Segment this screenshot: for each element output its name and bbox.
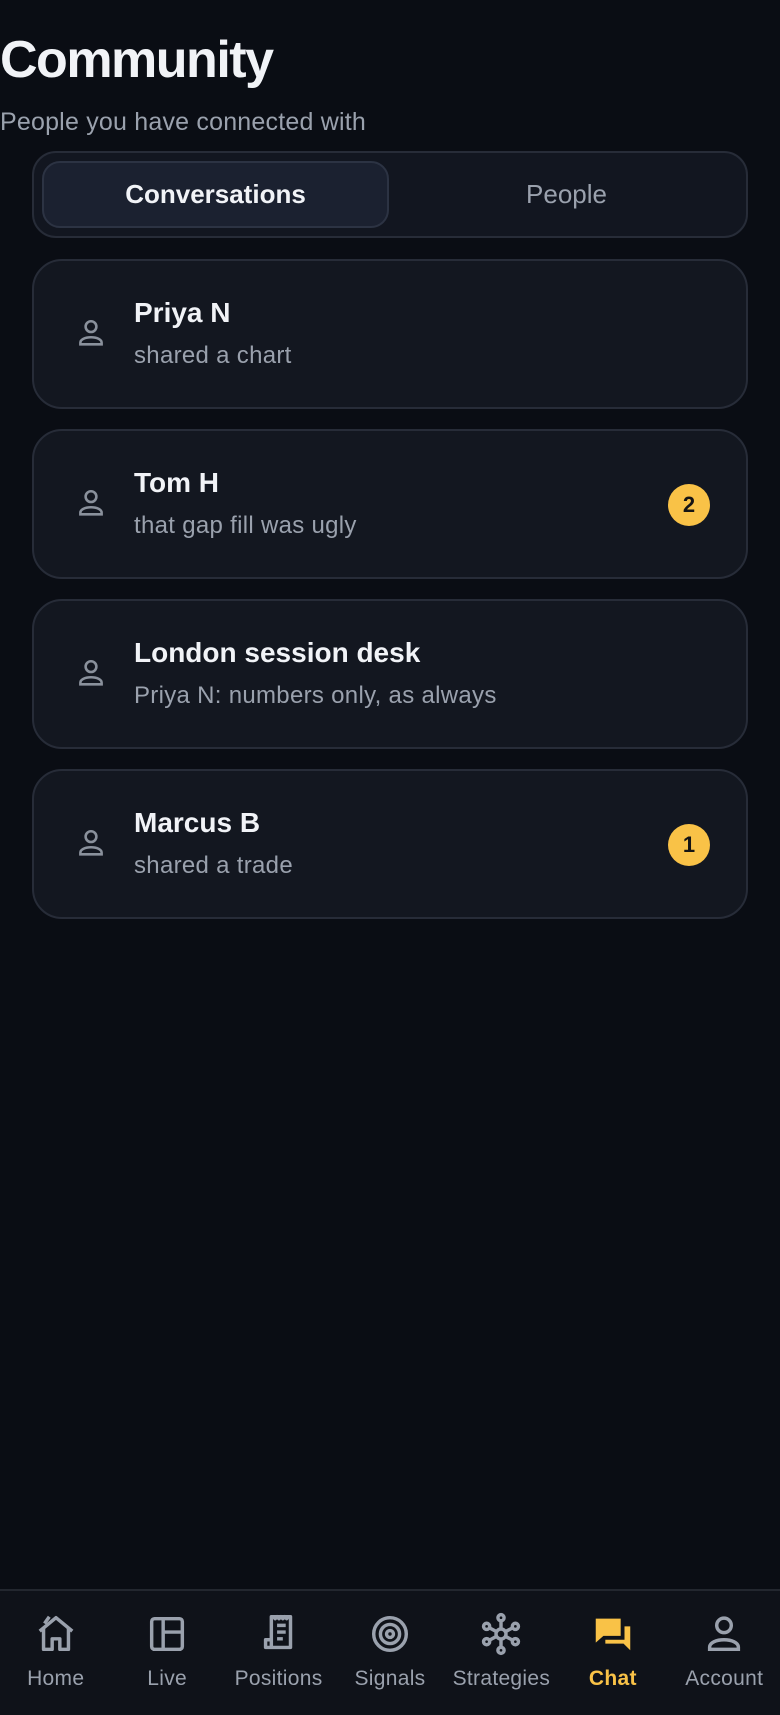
nav-chat[interactable]: Chat <box>557 1591 668 1715</box>
conversation-item-tom-h[interactable]: Tom H that gap fill was ugly 2 <box>32 429 748 579</box>
tab-people[interactable]: People <box>395 161 738 228</box>
receipt-icon <box>263 1615 292 1650</box>
tab-conversations[interactable]: Conversations <box>42 161 389 228</box>
bottom-nav: Home Live Positions Signals Strategies C… <box>0 1589 780 1715</box>
unread-badge: 1 <box>668 824 710 866</box>
nav-label: Strategies <box>452 1667 551 1690</box>
nav-positions[interactable]: Positions <box>223 1591 334 1715</box>
nav-label: Home <box>27 1667 85 1690</box>
nav-label: Live <box>147 1667 187 1690</box>
chat-icon <box>595 1618 631 1651</box>
conversation-name: Marcus B <box>134 807 261 838</box>
nav-strategies[interactable]: Strategies <box>446 1591 557 1715</box>
at-sign-icon <box>371 1615 408 1653</box>
conversation-name: Priya N <box>134 297 231 328</box>
page-subtitle: People you have connected with <box>0 108 366 136</box>
person-icon <box>708 1616 741 1652</box>
conversation-preview: shared a chart <box>134 342 292 369</box>
nav-signals[interactable]: Signals <box>334 1591 445 1715</box>
conversation-preview: that gap fill was ugly <box>134 512 357 539</box>
conversation-list: Priya N shared a chart Tom H that gap fi… <box>32 259 748 939</box>
nav-home[interactable]: Home <box>0 1591 111 1715</box>
view-switcher: Conversations People <box>32 151 748 238</box>
unread-badge: 2 <box>668 484 710 526</box>
conversation-name: London session desk <box>134 637 421 668</box>
conversation-item-london-session-desk[interactable]: London session desk Priya N: numbers onl… <box>32 599 748 749</box>
person-icon <box>79 659 103 686</box>
conversation-preview: Priya N: numbers only, as always <box>134 682 497 709</box>
person-icon <box>79 489 103 516</box>
nav-label: Chat <box>588 1667 637 1690</box>
nav-label: Positions <box>234 1667 323 1690</box>
home-icon <box>38 1615 74 1652</box>
conversation-item-marcus-b[interactable]: Marcus B shared a trade 1 <box>32 769 748 919</box>
conversation-item-priya-n[interactable]: Priya N shared a chart <box>32 259 748 409</box>
nav-label: Account <box>685 1667 764 1690</box>
layout-icon <box>150 1616 185 1652</box>
conversation-preview: shared a trade <box>134 852 293 879</box>
nav-label: Signals <box>354 1667 426 1690</box>
conversation-name: Tom H <box>134 467 220 498</box>
nav-account[interactable]: Account <box>669 1591 780 1715</box>
person-icon <box>79 829 103 856</box>
page-title: Community <box>0 31 274 89</box>
community-screen: Community People you have connected with… <box>0 0 780 1715</box>
person-icon <box>79 319 103 346</box>
network-icon <box>482 1612 521 1656</box>
nav-live[interactable]: Live <box>111 1591 222 1715</box>
